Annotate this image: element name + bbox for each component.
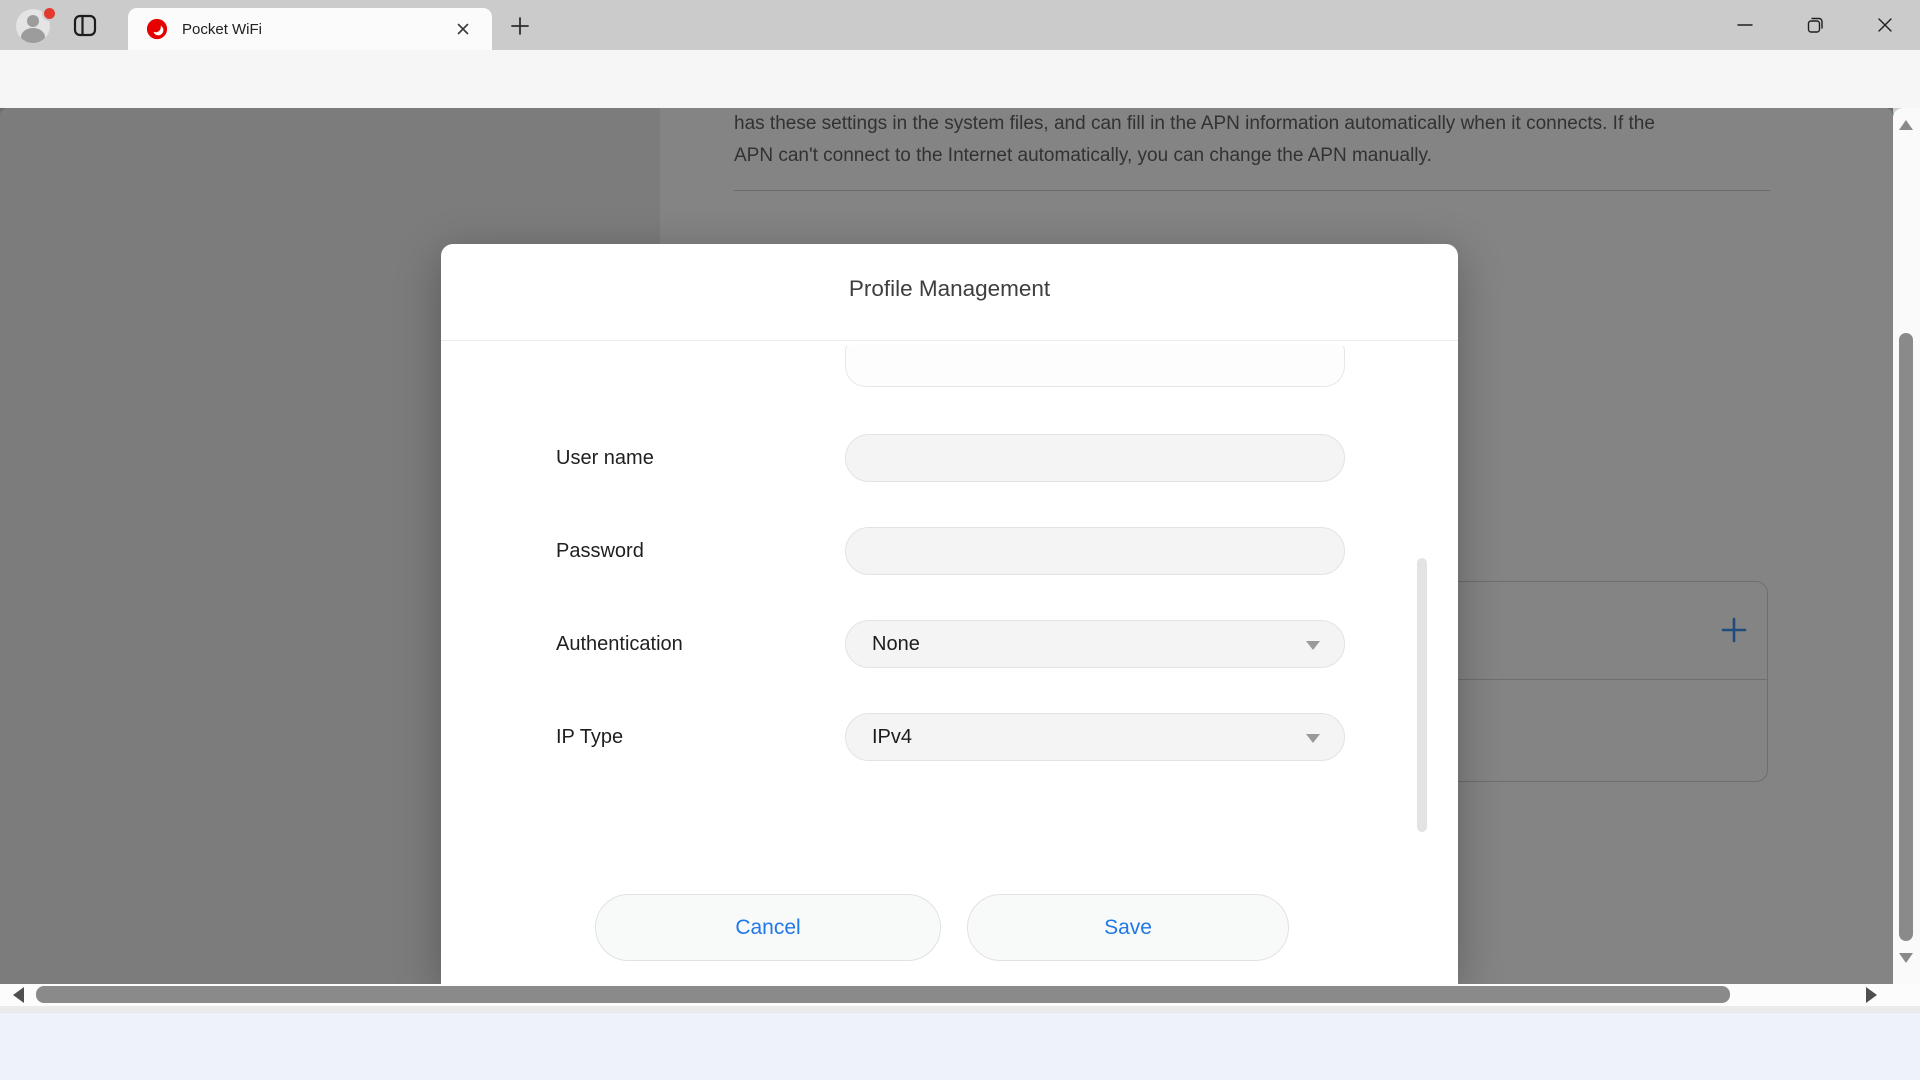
save-button[interactable]: Save (967, 894, 1289, 961)
username-input[interactable] (845, 434, 1345, 482)
ip-type-value: IPv4 (872, 726, 912, 749)
plus-icon (508, 14, 532, 38)
ip-type-select[interactable]: IPv4 (845, 713, 1345, 761)
notification-dot (42, 6, 57, 21)
form-row-password: Password (441, 527, 1458, 575)
partial-field-bottom[interactable] (845, 344, 1345, 387)
tab-title: Pocket WiFi (182, 21, 262, 38)
close-icon (452, 18, 474, 40)
authentication-value: None (872, 633, 920, 656)
window-minimize-button[interactable] (1716, 1, 1774, 49)
taskbar: ENG UK 10:00 04/09/2024 (0, 1012, 1920, 1080)
authentication-select[interactable]: None (845, 620, 1345, 668)
desktop: Pocket WiFi Not secure (0, 0, 1920, 1080)
new-tab-button[interactable] (508, 14, 532, 38)
password-input[interactable] (845, 527, 1345, 575)
scroll-right-arrow[interactable] (1866, 987, 1877, 1003)
dialog-title: Profile Management (441, 276, 1458, 302)
window-restore-button[interactable] (1786, 1, 1844, 49)
browser-tab[interactable]: Pocket WiFi (128, 8, 492, 50)
dialog-scroll-thumb[interactable] (1417, 558, 1427, 832)
chevron-down-icon (1306, 641, 1320, 650)
profile-management-dialog: Profile Management User name Password Au… (441, 244, 1458, 984)
chevron-down-icon (1306, 734, 1320, 743)
tab-actions-button[interactable] (72, 13, 98, 38)
close-icon (1874, 14, 1896, 36)
tab-actions-icon (72, 13, 98, 38)
form-row-ip-type: IP Type IPv4 (441, 713, 1458, 761)
vertical-scroll-thumb[interactable] (1899, 333, 1913, 941)
profile-avatar-button[interactable] (16, 8, 54, 44)
scroll-down-arrow[interactable] (1899, 953, 1913, 963)
cancel-button[interactable]: Cancel (595, 894, 941, 961)
authentication-label: Authentication (556, 633, 683, 656)
horizontal-scrollbar[interactable] (0, 984, 1920, 1006)
form-row-username: User name (441, 434, 1458, 482)
form-row-authentication: Authentication None (441, 620, 1458, 668)
site-favicon (146, 18, 168, 40)
vertical-scrollbar[interactable] (1893, 108, 1920, 984)
browser-tab-strip: Pocket WiFi (0, 0, 1920, 50)
scroll-up-arrow[interactable] (1899, 120, 1913, 130)
tab-close-button[interactable] (452, 18, 474, 40)
browser-toolbar: Not secure 192.168.8.1/#/mobileconnectio… (0, 50, 1920, 108)
ip-type-label: IP Type (556, 726, 623, 749)
horizontal-scroll-thumb[interactable] (36, 986, 1730, 1003)
password-label: Password (556, 540, 644, 563)
restore-icon (1804, 14, 1826, 36)
scroll-left-arrow[interactable] (13, 987, 24, 1003)
window-close-button[interactable] (1856, 1, 1914, 49)
minimize-icon (1734, 14, 1756, 36)
username-label: User name (556, 447, 654, 470)
dialog-header-divider (441, 340, 1458, 341)
